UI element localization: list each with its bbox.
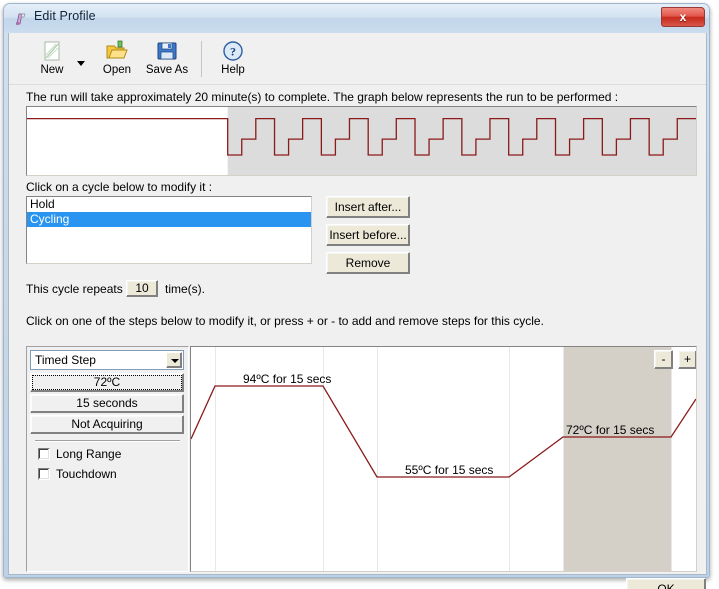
run-overview-graph[interactable] — [26, 106, 697, 176]
run-overview-svg — [27, 107, 696, 175]
help-question-icon: ? — [221, 39, 245, 63]
new-button[interactable]: New — [29, 37, 75, 83]
step-2-label: 55ºC for 15 secs — [405, 463, 494, 477]
title-bar: Edit Profile x — [4, 4, 709, 33]
touchdown-checkbox-label: Touchdown — [56, 467, 117, 481]
help-button[interactable]: ? Help — [210, 37, 256, 83]
repeat-prefix-label: This cycle repeats — [26, 282, 123, 296]
steps-instruction-label: Click on one of the steps below to modif… — [26, 314, 544, 328]
cycle-listbox[interactable]: Hold Cycling — [26, 196, 312, 264]
step-acquiring-field[interactable]: Not Acquiring — [30, 415, 184, 434]
open-button-label: Open — [102, 64, 132, 76]
cycle-list-item-hold[interactable]: Hold — [27, 197, 311, 212]
long-range-checkbox-label: Long Range — [56, 447, 122, 461]
step-3-label: 72ºC for 15 secs — [566, 423, 655, 437]
toolbar-separator — [201, 41, 202, 77]
ok-button-accel: O — [657, 582, 667, 589]
window-title: Edit Profile — [34, 9, 96, 23]
save-as-button-label: Save As — [145, 64, 189, 76]
checkbox-box — [38, 468, 50, 480]
profile-icon — [13, 11, 29, 27]
long-range-checkbox[interactable]: Long Range — [38, 447, 121, 461]
screenshot-root: Edit Profile x New Open Save As ? Help T… — [0, 0, 719, 589]
step-type-value: Timed Step — [35, 353, 96, 367]
ok-button-rest: K — [666, 582, 675, 589]
chevron-down-icon[interactable] — [77, 61, 85, 66]
step-temperature-field[interactable]: 72ºC — [30, 373, 184, 392]
touchdown-checkbox[interactable]: Touchdown — [38, 467, 117, 481]
step-detail-graph[interactable]: 94ºC for 15 secs 55ºC for 15 secs 72ºC f… — [190, 346, 697, 572]
open-folder-icon — [105, 39, 129, 63]
save-as-button[interactable]: Save As — [140, 37, 194, 83]
step-type-combobox[interactable]: Timed Step — [30, 350, 184, 370]
insert-after-button[interactable]: Insert after... — [326, 196, 410, 218]
open-button[interactable]: Open — [94, 37, 140, 83]
remove-button[interactable]: Remove — [326, 252, 410, 274]
step-1-label: 94ºC for 15 secs — [243, 372, 332, 386]
close-button[interactable]: x — [661, 7, 705, 27]
ok-button[interactable]: OK — [626, 578, 706, 589]
add-step-button[interactable]: + — [678, 350, 696, 369]
dialog-client-area: New Open Save As ? Help The run will tak… — [8, 33, 707, 589]
repeat-suffix-label: time(s). — [165, 282, 205, 296]
new-button-label: New — [40, 64, 64, 76]
help-button-label: Help — [221, 64, 245, 76]
cycle-list-item-cycling[interactable]: Cycling — [27, 212, 311, 227]
panel-divider — [35, 440, 180, 442]
floppy-disk-icon — [155, 39, 179, 63]
run-description-text: The run will take approximately 20 minut… — [26, 90, 619, 104]
svg-text:?: ? — [230, 45, 236, 59]
combo-arrow-button[interactable] — [166, 352, 182, 368]
step-duration-field[interactable]: 15 seconds — [30, 394, 184, 413]
remove-step-button[interactable]: - — [654, 350, 673, 369]
cycle-instruction-label: Click on a cycle below to modify it : — [26, 180, 213, 194]
cycle-repeat-value[interactable]: 10 — [126, 280, 158, 297]
toolbar: New Open Save As ? Help — [9, 33, 706, 85]
new-document-icon — [40, 39, 64, 63]
chevron-down-icon — [171, 359, 179, 363]
insert-before-button[interactable]: Insert before... — [326, 224, 410, 246]
checkbox-box — [38, 448, 50, 460]
step-properties-panel: Timed Step 72ºC 15 seconds Not Acquiring… — [26, 346, 189, 572]
edit-profile-window: Edit Profile x New Open Save As ? Help T… — [3, 3, 710, 589]
